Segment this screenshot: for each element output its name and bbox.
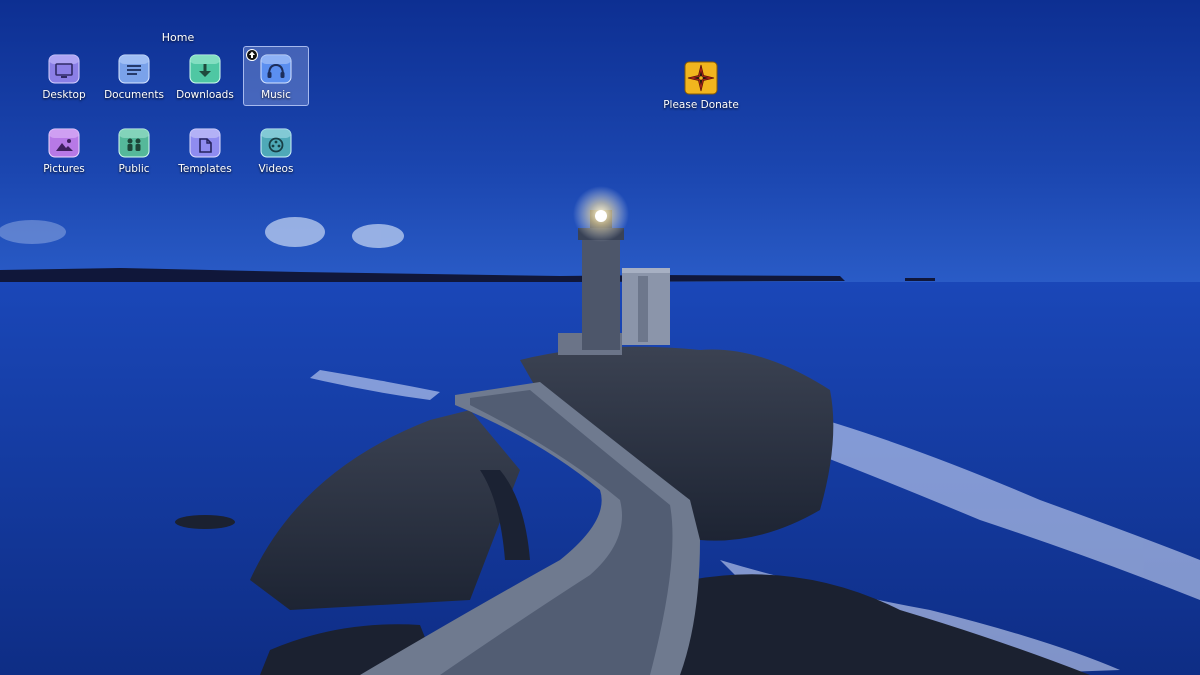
documents-folder-shortcut[interactable]: Documents — [101, 46, 167, 106]
selection-arrow-up-icon[interactable] — [246, 49, 258, 61]
pictures-folder-shortcut[interactable]: Pictures — [31, 120, 97, 180]
home-folder-path-label: Home — [161, 31, 195, 44]
templates-folder-shortcut[interactable]: Templates — [172, 120, 238, 180]
templates-folder-label: Templates — [178, 163, 232, 175]
video-reel-icon — [260, 128, 292, 158]
documents-folder-label: Documents — [104, 89, 164, 101]
music-icon — [260, 54, 292, 84]
desktop-icon — [48, 54, 80, 84]
template-icon — [189, 128, 221, 158]
people-icon — [118, 128, 150, 158]
downloads-folder-label: Downloads — [176, 89, 234, 101]
videos-folder-shortcut[interactable]: Videos — [243, 120, 309, 180]
please-donate-label: Please Donate — [663, 99, 739, 111]
desktop-folder-shortcut[interactable]: Desktop — [31, 46, 97, 106]
compass-star-icon — [684, 61, 718, 95]
download-icon — [189, 54, 221, 84]
please-donate-shortcut[interactable]: Please Donate — [660, 56, 742, 116]
videos-folder-label: Videos — [258, 163, 294, 175]
music-folder-label: Music — [261, 89, 291, 101]
image-icon — [48, 128, 80, 158]
document-icon — [118, 54, 150, 84]
desktop-folder-label: Desktop — [42, 89, 86, 101]
music-folder-shortcut[interactable]: Music — [243, 46, 309, 106]
public-folder-label: Public — [118, 163, 150, 175]
pictures-folder-label: Pictures — [43, 163, 85, 175]
downloads-folder-shortcut[interactable]: Downloads — [172, 46, 238, 106]
public-folder-shortcut[interactable]: Public — [101, 120, 167, 180]
